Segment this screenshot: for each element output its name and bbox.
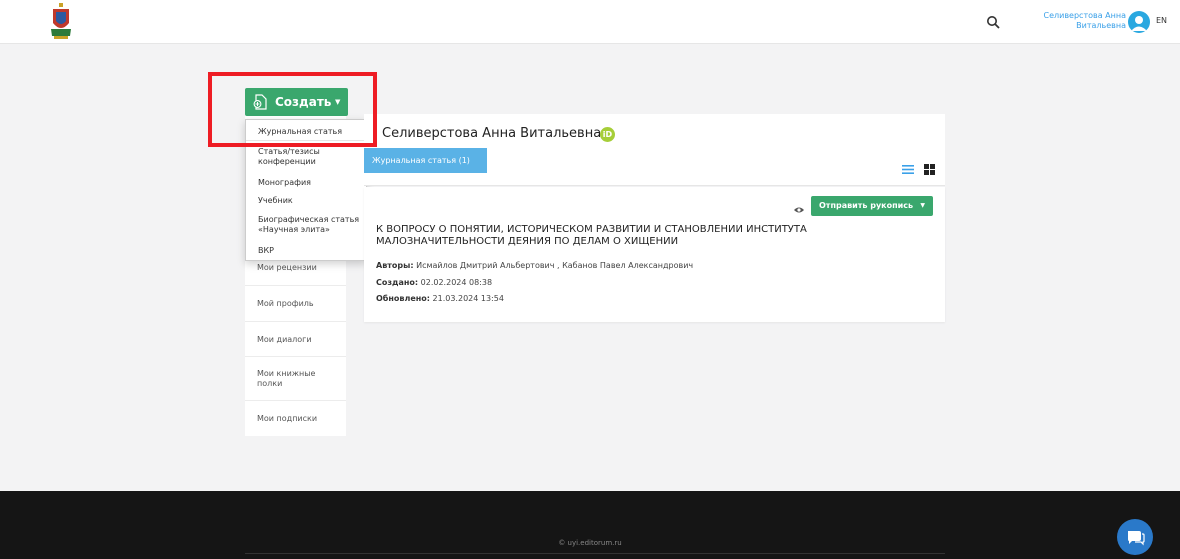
profile-name: Селиверстова Анна Витальевна: [382, 126, 602, 141]
article-authors: Авторы: Исмайлов Дмитрий Альбертович , К…: [376, 261, 693, 271]
authors-label: Авторы:: [376, 261, 414, 270]
menu-item-monograph[interactable]: Монография: [258, 178, 311, 188]
avatar[interactable]: [1128, 11, 1150, 33]
divider: [245, 356, 346, 357]
orcid-icon[interactable]: iD: [600, 127, 615, 142]
article-created: Создано: 02.02.2024 08:38: [376, 278, 492, 288]
sidebar-item-reviews[interactable]: Мои рецензии: [245, 263, 346, 273]
divider: [245, 400, 346, 401]
sidebar-item-dialogs[interactable]: Мои диалоги: [245, 335, 346, 345]
chat-button[interactable]: [1117, 519, 1153, 555]
updated-label: Обновлено:: [376, 294, 430, 303]
caret-down-icon: ▼: [335, 98, 341, 106]
publication-tabs: Журнальная статья (1): [364, 148, 945, 186]
menu-item-biographical-article[interactable]: Биографическая статья «Научная элита»: [258, 215, 362, 235]
create-button-label: Создать: [275, 95, 332, 109]
menu-item-conference-paper[interactable]: Статья/тезисы конференции: [258, 147, 338, 167]
divider: [245, 553, 945, 554]
divider: [246, 140, 366, 141]
footer: © uyi.editorum.ru: [0, 491, 1180, 559]
copyright: © uyi.editorum.ru: [558, 539, 622, 547]
updated-value: 21.03.2024 13:54: [432, 294, 504, 303]
article-card: Отправить рукопись ▼ К ВОПРОСУ О ПОНЯТИИ…: [364, 187, 945, 322]
user-menu-name[interactable]: Селиверстова Анна Витальевна: [1030, 11, 1126, 31]
sidebar-item-subscriptions[interactable]: Мои подписки: [245, 414, 346, 424]
article-title[interactable]: К ВОПРОСУ О ПОНЯТИИ, ИСТОРИЧЕСКОМ РАЗВИТ…: [376, 224, 846, 248]
created-label: Создано:: [376, 278, 419, 287]
top-bar: Селиверстова Анна Витальевна EN: [0, 0, 1180, 44]
menu-item-thesis[interactable]: ВКР: [258, 246, 274, 256]
authors-value: Исмайлов Дмитрий Альбертович , Кабанов П…: [416, 261, 694, 270]
grid-view-icon[interactable]: [924, 164, 935, 175]
user-icon: [1131, 16, 1147, 31]
chat-icon: [1128, 531, 1145, 546]
eye-icon[interactable]: [794, 206, 804, 214]
create-dropdown-menu: Журнальная статья Статья/тезисы конферен…: [245, 119, 367, 261]
article-updated: Обновлено: 21.03.2024 13:54: [376, 294, 504, 304]
send-manuscript-button[interactable]: Отправить рукопись ▼: [811, 196, 933, 216]
caret-down-icon: ▼: [920, 202, 925, 209]
create-button[interactable]: Создать ▼: [245, 88, 348, 116]
menu-item-journal-article[interactable]: Журнальная статья: [258, 127, 342, 137]
crest-icon[interactable]: [50, 3, 72, 41]
list-view-icon[interactable]: [902, 165, 914, 174]
send-manuscript-label: Отправить рукопись: [819, 201, 914, 210]
sidebar-item-bookshelves[interactable]: Мои книжные полки: [245, 369, 325, 389]
divider: [245, 285, 346, 286]
created-value: 02.02.2024 08:38: [420, 278, 493, 287]
tab-journal-articles[interactable]: Журнальная статья (1): [364, 148, 487, 173]
language-switch[interactable]: EN: [1156, 16, 1167, 25]
new-document-icon: [253, 94, 267, 110]
divider: [245, 321, 346, 322]
sidebar-item-profile[interactable]: Мой профиль: [245, 299, 346, 309]
menu-item-textbook[interactable]: Учебник: [258, 196, 293, 206]
search-icon[interactable]: [986, 15, 1000, 29]
